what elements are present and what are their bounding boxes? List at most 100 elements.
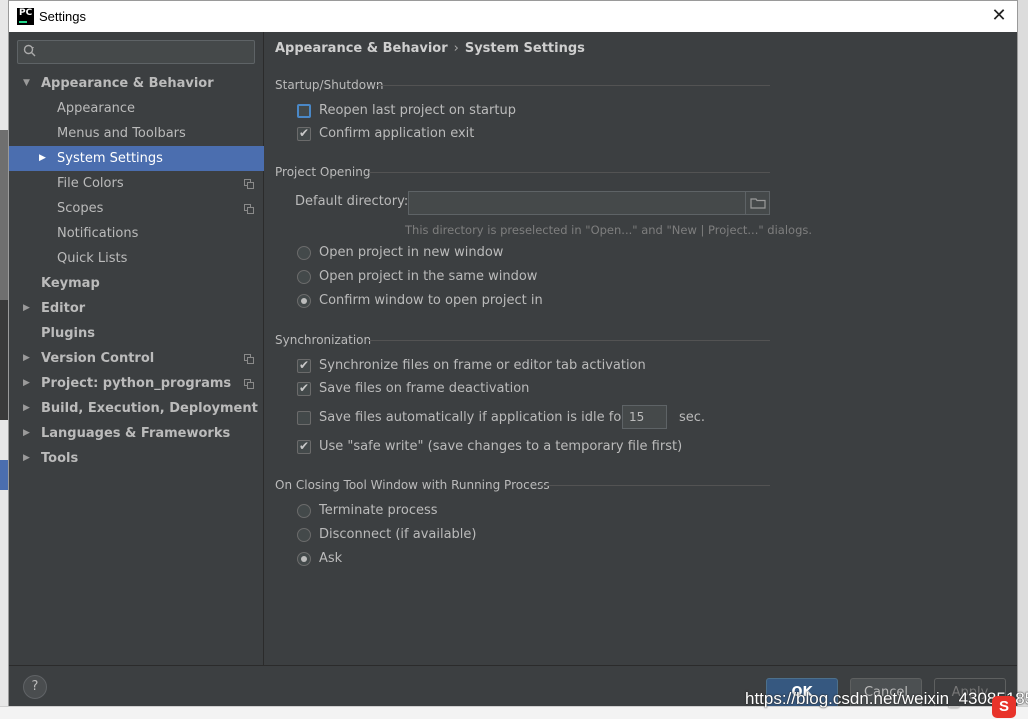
breadcrumb-parent[interactable]: Appearance & Behavior <box>275 41 448 56</box>
breadcrumb-separator: › <box>453 41 459 56</box>
radio-label: Confirm window to open project in <box>319 293 543 308</box>
tree-item[interactable]: Notifications <box>9 221 264 246</box>
radio-button <box>297 246 311 260</box>
expand-arrow-right-icon[interactable]: ▶ <box>23 446 35 471</box>
tree-item-label: Build, Execution, Deployment <box>41 401 258 416</box>
pycharm-app-icon: PC <box>17 8 34 25</box>
idle-seconds-unit: sec. <box>679 410 706 425</box>
checkbox-box: ✔ <box>297 439 311 454</box>
tree-item[interactable]: File Colors <box>9 171 264 196</box>
checkbox-label: Save files automatically if application … <box>319 410 627 425</box>
checkbox-label: Save files on frame deactivation <box>319 381 530 396</box>
section-divider <box>369 172 770 173</box>
tree-item-label: Scopes <box>57 201 104 216</box>
checkbox-label: Use "safe write" (save changes to a temp… <box>319 439 683 454</box>
checkbox-box <box>297 411 311 425</box>
tree-item[interactable]: ▶ System Settings <box>9 146 264 171</box>
expand-arrow-right-icon[interactable]: ▶ <box>23 346 35 371</box>
idle-seconds-input[interactable]: 15 <box>622 405 667 429</box>
tree-item-label: Appearance & Behavior <box>41 76 214 91</box>
radio-button <box>297 294 311 308</box>
tree-item-label: Languages & Frameworks <box>41 426 231 441</box>
checkbox-label: Synchronize files on frame or editor tab… <box>319 358 646 373</box>
tree-item-label: File Colors <box>57 176 124 191</box>
checkbox-box <box>297 104 311 118</box>
tree-item[interactable]: ▶ Tools <box>9 446 264 471</box>
expand-arrow-right-icon[interactable]: ▶ <box>23 371 35 396</box>
settings-tree-panel: ▼ Appearance & Behavior Appearance Menus an… <box>9 32 264 665</box>
default-directory-label: Default directory: <box>295 194 409 209</box>
checkbox-box: ✔ <box>297 381 311 396</box>
startup-section-title: Startup/Shutdown <box>275 78 384 92</box>
checkmark-icon: ✔ <box>299 381 310 395</box>
checkbox-box: ✔ <box>297 358 311 373</box>
expand-arrow-down-icon[interactable]: ▼ <box>23 71 35 96</box>
browse-folder-button[interactable] <box>745 192 769 214</box>
tree-item[interactable]: ▶ Project: python_programs <box>9 371 264 396</box>
default-directory-hint: This directory is preselected in "Open..… <box>405 223 813 237</box>
tree-item[interactable]: Quick Lists <box>9 246 264 271</box>
system-settings-panel: Appearance & Behavior › System Settings St… <box>265 32 1017 665</box>
project-level-icon <box>244 379 254 389</box>
tree-item-label: Editor <box>41 301 86 316</box>
project-level-icon <box>244 354 254 364</box>
radio-button <box>297 528 311 542</box>
tree-item-label: Menus and Toolbars <box>57 126 186 141</box>
tree-item[interactable]: Scopes <box>9 196 264 221</box>
settings-dialog: PC Settings ✕ ▼ Appearance & Behavior Appe… <box>8 0 1018 719</box>
help-button[interactable]: ? <box>23 675 47 699</box>
tree-item[interactable]: ▶ Languages & Frameworks <box>9 421 264 446</box>
project-opening-section-title: Project Opening <box>275 165 371 179</box>
radio-selected-dot <box>301 298 307 304</box>
project-level-icon <box>244 204 254 214</box>
checkmark-icon: ✔ <box>299 126 310 140</box>
checkmark-icon: ✔ <box>299 439 310 453</box>
radio-label: Ask <box>319 551 343 566</box>
radio-button <box>297 504 311 518</box>
tree-item-label: Plugins <box>41 326 95 341</box>
checkmark-icon: ✔ <box>299 358 310 372</box>
checkbox-label: Reopen last project on startup <box>319 103 516 118</box>
close-button[interactable]: ✕ <box>987 5 1011 27</box>
tree-item-label: Version Control <box>41 351 155 366</box>
tree-item[interactable]: ▼ Appearance & Behavior <box>9 71 264 96</box>
radio-label: Disconnect (if available) <box>319 527 477 542</box>
checkbox-label: Confirm application exit <box>319 126 475 141</box>
search-input[interactable] <box>42 43 247 61</box>
background-window-strip-right <box>1018 0 1028 719</box>
tree-item-label: Keymap <box>41 276 100 291</box>
project-level-icon <box>244 179 254 189</box>
radio-button <box>297 552 311 566</box>
tree-item[interactable]: Keymap <box>9 271 264 296</box>
tree-item[interactable]: ▶ Version Control <box>9 346 264 371</box>
tree-item-label: System Settings <box>57 151 163 166</box>
tree-item[interactable]: Plugins <box>9 321 264 346</box>
help-icon: ? <box>31 679 39 694</box>
watermark-text: https://blog.csdn.net/weixin_43085185 <box>745 689 1028 708</box>
expand-arrow-right-icon[interactable]: ▶ <box>23 296 35 321</box>
search-box[interactable] <box>17 40 255 64</box>
radio-label: Terminate process <box>319 503 438 518</box>
radio-button <box>297 270 311 284</box>
folder-icon <box>750 198 766 209</box>
default-directory-input[interactable] <box>408 191 770 215</box>
checkbox-box: ✔ <box>297 126 311 141</box>
tree-item[interactable]: Appearance <box>9 96 264 121</box>
tree-item[interactable]: ▶ Build, Execution, Deployment <box>9 396 264 421</box>
tree-item-label: Project: python_programs <box>41 376 232 391</box>
radio-selected-dot <box>301 556 307 562</box>
section-divider <box>377 85 770 86</box>
breadcrumb: Appearance & Behavior › System Settings <box>275 41 585 56</box>
tree-item-label: Appearance <box>57 101 136 116</box>
expand-arrow-right-icon[interactable]: ▶ <box>23 421 35 446</box>
expand-arrow-right-icon[interactable]: ▶ <box>39 146 51 171</box>
synchronization-section-title: Synchronization <box>275 333 372 347</box>
tree-item[interactable]: Menus and Toolbars <box>9 121 264 146</box>
expand-arrow-right-icon[interactable]: ▶ <box>23 396 35 421</box>
tree-item-label: Quick Lists <box>57 251 128 266</box>
ime-tray-icon: S <box>992 696 1016 718</box>
title-bar: PC Settings ✕ <box>9 1 1017 32</box>
section-divider <box>369 340 770 341</box>
section-divider <box>539 485 770 486</box>
tree-item[interactable]: ▶ Editor <box>9 296 264 321</box>
